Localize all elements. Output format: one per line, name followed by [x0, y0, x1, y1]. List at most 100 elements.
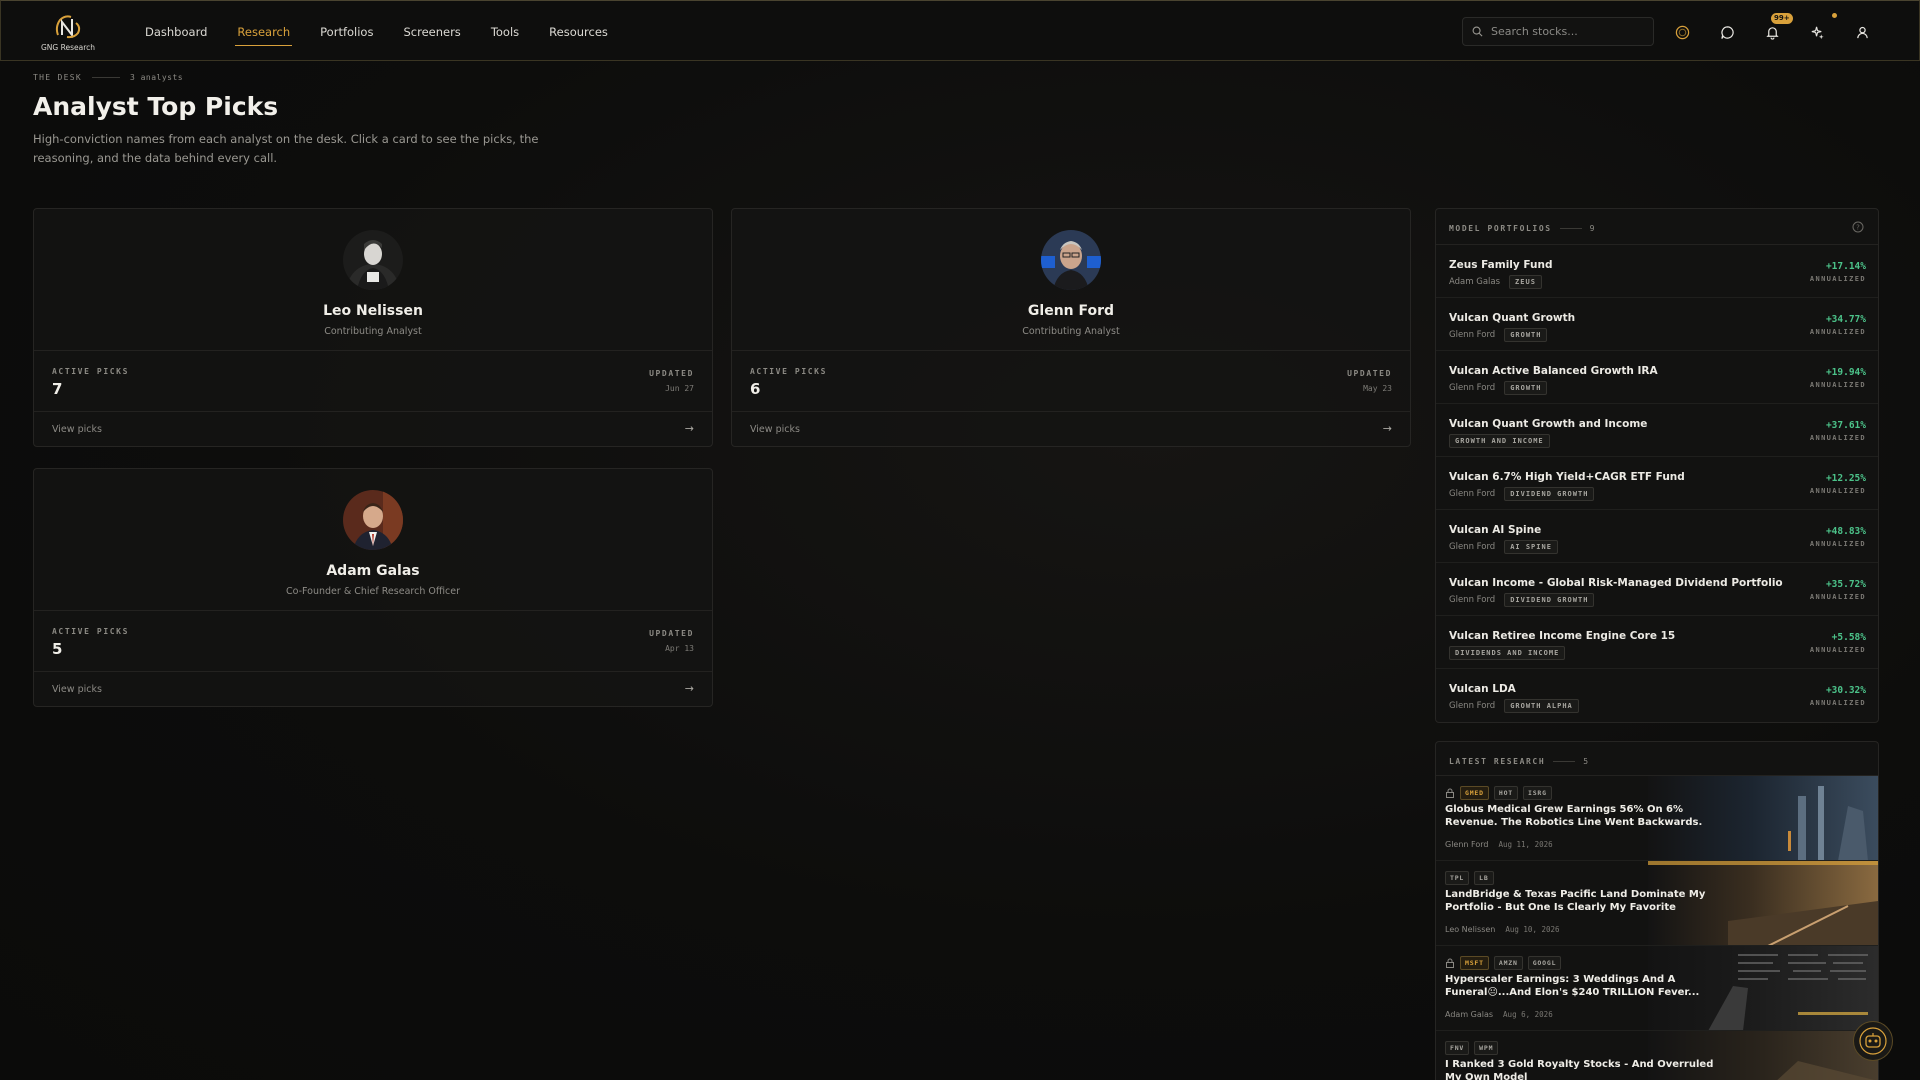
portfolio-author: Glenn Ford: [1449, 542, 1496, 552]
portfolio-meta: Adam Galas ZEUS: [1449, 275, 1542, 289]
arrow-right-icon: →: [1382, 422, 1392, 435]
brand-logo[interactable]: GNG Research: [39, 13, 97, 52]
ticker-tag[interactable]: LB: [1474, 871, 1494, 885]
annualized-label: ANNUALIZED: [1809, 434, 1866, 442]
research-article[interactable]: FNV WPM I Ranked 3 Gold Royalty Stocks -…: [1436, 1031, 1878, 1080]
portfolio-name: Vulcan Quant Growth and Income: [1449, 418, 1648, 430]
svg-text:?: ?: [1856, 224, 1860, 232]
panel-header: LATEST RESEARCH 5: [1436, 742, 1878, 776]
research-article[interactable]: TPL LB LandBridge & Texas Pacific Land D…: [1436, 861, 1878, 946]
nav-dashboard[interactable]: Dashboard: [145, 1, 207, 62]
nav-resources[interactable]: Resources: [549, 1, 608, 62]
annualized-label: ANNUALIZED: [1809, 381, 1866, 389]
active-picks-count: 6: [750, 380, 761, 398]
chat-icon[interactable]: [1715, 20, 1739, 44]
page-description: High-conviction names from each analyst …: [33, 132, 539, 165]
portfolio-tag: GROWTH: [1504, 381, 1548, 395]
portfolio-return: +30.32%: [1825, 685, 1866, 696]
analyst-stats: ACTIVE PICKS 6 UPDATED May 23: [732, 351, 1410, 412]
active-picks-label: ACTIVE PICKS: [52, 627, 129, 636]
arrow-right-icon: →: [684, 422, 694, 435]
analyst-card-adam-galas[interactable]: Adam Galas Co-Founder & Chief Research O…: [33, 468, 713, 707]
annualized-label: ANNUALIZED: [1809, 646, 1866, 654]
user-icon[interactable]: [1850, 20, 1874, 44]
view-picks-link[interactable]: View picks →: [732, 412, 1410, 446]
page-eyebrow: THE DESK 3 analysts: [33, 73, 183, 82]
portfolio-name: Vulcan Active Balanced Growth IRA: [1449, 365, 1658, 377]
portfolio-name: Zeus Family Fund: [1449, 259, 1553, 271]
portfolio-row[interactable]: Vulcan Quant Growth and Income GROWTH AN…: [1436, 404, 1878, 457]
portfolio-author: Glenn Ford: [1449, 701, 1496, 711]
stock-search[interactable]: [1462, 17, 1654, 46]
portfolio-row[interactable]: Vulcan Income - Global Risk-Managed Divi…: [1436, 563, 1878, 616]
ticker-tag[interactable]: HOT: [1493, 786, 1518, 800]
portfolio-tag: GROWTH: [1504, 328, 1548, 342]
ticker-tag[interactable]: GMED: [1460, 786, 1489, 800]
ticker-tag[interactable]: WPM: [1474, 1041, 1499, 1055]
portfolio-return: +5.58%: [1831, 632, 1866, 643]
article-tags: GMED HOT ISRG: [1445, 786, 1552, 800]
ticker-tag[interactable]: AMZN: [1493, 956, 1523, 970]
model-portfolios-panel: MODEL PORTFOLIOS 9 ? Zeus Family Fund Ad…: [1435, 208, 1879, 723]
nav-tools[interactable]: Tools: [491, 1, 519, 62]
nav-research[interactable]: Research: [235, 1, 292, 62]
portfolio-return: +17.14%: [1825, 261, 1866, 272]
analyst-card-glenn-ford[interactable]: Glenn Ford Contributing Analyst ACTIVE P…: [731, 208, 1411, 447]
active-picks-label: ACTIVE PICKS: [750, 367, 827, 376]
ticker-tag[interactable]: ISRG: [1523, 786, 1552, 800]
panel-title: MODEL PORTFOLIOS 9: [1449, 224, 1596, 233]
portfolio-row[interactable]: Vulcan Retiree Income Engine Core 15 DIV…: [1436, 616, 1878, 669]
search-input[interactable]: [1491, 25, 1651, 38]
portfolio-row[interactable]: Vulcan LDA Glenn Ford GROWTH ALPHA +30.3…: [1436, 669, 1878, 722]
portfolio-row[interactable]: Vulcan 6.7% High Yield+CAGR ETF Fund Gle…: [1436, 457, 1878, 510]
ticker-tag[interactable]: GOOGL: [1527, 956, 1562, 970]
nav-portfolios[interactable]: Portfolios: [320, 1, 373, 62]
portfolio-row[interactable]: Vulcan Quant Growth Glenn Ford GROWTH +3…: [1436, 298, 1878, 351]
research-article[interactable]: MSFT AMZN GOOGL Hyperscaler Earnings: 3 …: [1436, 946, 1878, 1031]
article-title: I Ranked 3 Gold Royalty Stocks - And Ove…: [1445, 1059, 1714, 1080]
panel-title-label: MODEL PORTFOLIOS: [1449, 224, 1552, 233]
research-article[interactable]: GMED HOT ISRG Globus Medical Grew Earnin…: [1436, 776, 1878, 861]
article-meta: Glenn Ford Aug 11, 2026: [1445, 840, 1553, 849]
nav-screeners[interactable]: Screeners: [403, 1, 460, 62]
analyst-name: Adam Galas: [326, 563, 420, 579]
portfolio-row[interactable]: Zeus Family Fund Adam Galas ZEUS +17.14%…: [1436, 245, 1878, 298]
eyebrow-label: THE DESK: [33, 73, 82, 82]
article-meta: Leo Nelissen Aug 10, 2026: [1445, 925, 1560, 934]
article-date: Aug 10, 2026: [1505, 925, 1560, 934]
portfolio-tag: GROWTH ALPHA: [1504, 699, 1579, 713]
view-picks-link[interactable]: View picks →: [34, 412, 712, 446]
portfolio-name: Vulcan Income - Global Risk-Managed Divi…: [1449, 577, 1783, 589]
article-date: Aug 6, 2026: [1503, 1010, 1553, 1019]
assistant-button[interactable]: [1853, 1021, 1893, 1061]
portfolio-row[interactable]: Vulcan AI Spine Glenn Ford AI SPINE +48.…: [1436, 510, 1878, 563]
page-title: Analyst Top Picks: [33, 92, 279, 121]
help-icon[interactable]: ?: [1852, 221, 1864, 233]
analyst-role: Contributing Analyst: [324, 326, 422, 337]
article-title: Hyperscaler Earnings: 3 Weddings And A F…: [1445, 974, 1700, 998]
portfolio-name: Vulcan Retiree Income Engine Core 15: [1449, 630, 1676, 642]
lock-icon: [1446, 958, 1454, 968]
view-picks-link[interactable]: View picks →: [34, 672, 712, 706]
sparkle-icon[interactable]: [1805, 20, 1829, 44]
latest-research-panel: LATEST RESEARCH 5 GMED HOT ISRG Globus M…: [1435, 741, 1879, 1080]
avatar: [1041, 230, 1101, 290]
portfolio-return: +35.72%: [1825, 579, 1866, 590]
portfolio-name: Vulcan Quant Growth: [1449, 312, 1576, 324]
annualized-label: ANNUALIZED: [1809, 593, 1866, 601]
annualized-label: ANNUALIZED: [1809, 699, 1866, 707]
ticker-tag[interactable]: TPL: [1445, 871, 1470, 885]
portfolio-tag: DIVIDENDS AND INCOME: [1449, 646, 1566, 660]
analyst-card-leo-nelissen[interactable]: Leo Nelissen Contributing Analyst ACTIVE…: [33, 208, 713, 447]
ticker-tag[interactable]: MSFT: [1460, 956, 1489, 970]
ticker-tag[interactable]: FNV: [1445, 1041, 1470, 1055]
updated-date: Apr 13: [665, 644, 694, 653]
portfolio-count: 9: [1589, 224, 1597, 233]
updated-label: UPDATED: [649, 369, 694, 378]
lock-icon: [1446, 788, 1454, 798]
portfolio-author: Glenn Ford: [1449, 383, 1496, 393]
coin-icon[interactable]: [1670, 20, 1694, 44]
portfolio-meta: DIVIDENDS AND INCOME: [1449, 646, 1566, 660]
portfolio-row[interactable]: Vulcan Active Balanced Growth IRA Glenn …: [1436, 351, 1878, 404]
updated-date: Jun 27: [665, 384, 694, 393]
